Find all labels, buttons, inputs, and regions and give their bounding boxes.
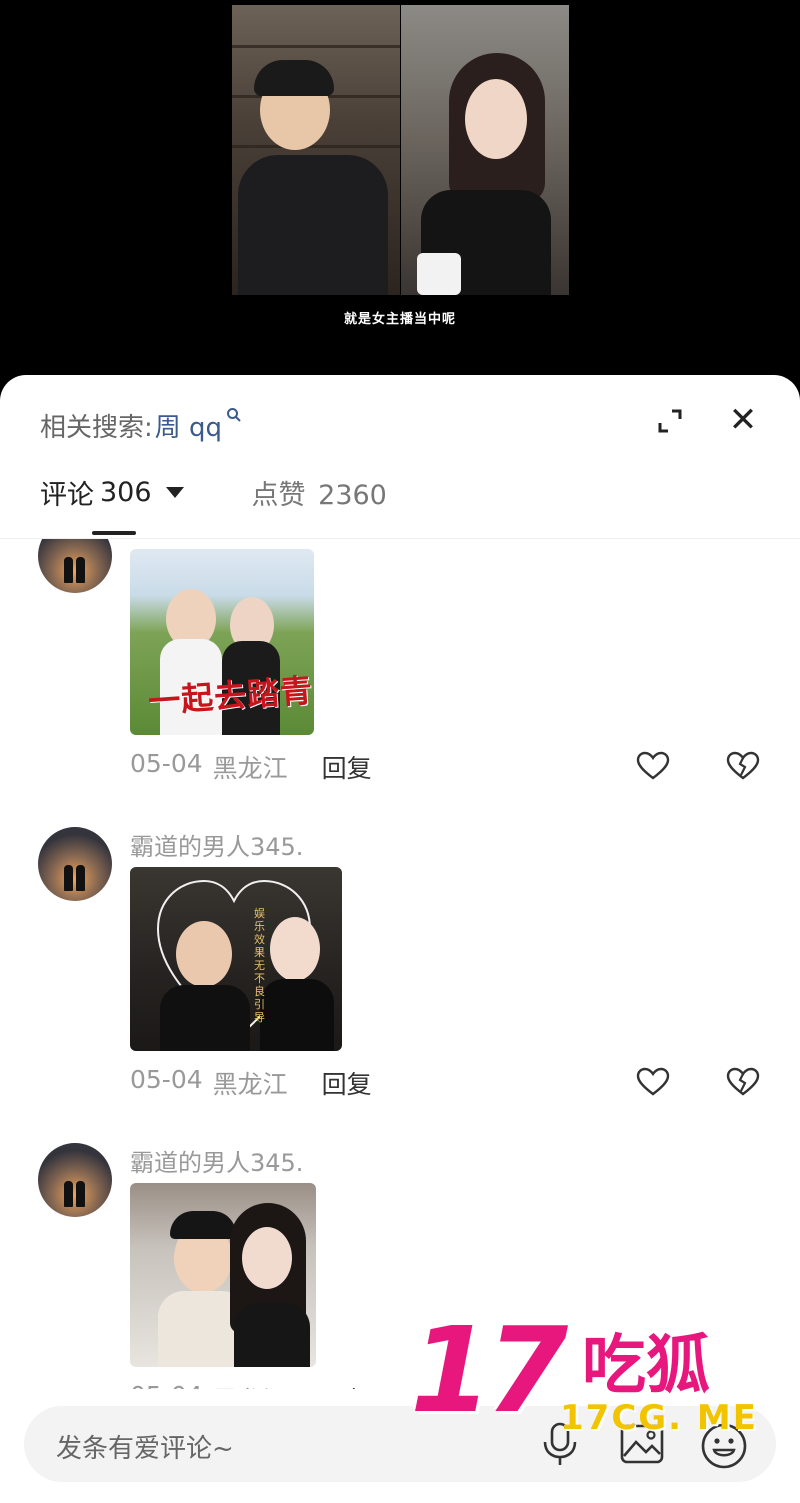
comment-image[interactable]: 一起去踏青 — [130, 549, 314, 735]
comment-date: 05-04 — [130, 749, 203, 778]
comment-input-bar[interactable]: 发条有爱评论~ — [24, 1406, 776, 1482]
comment-input[interactable]: 发条有爱评论~ — [56, 1428, 234, 1465]
comment-list[interactable]: 一起去踏青 05-04 黑龙江 回复 霸道的男人345. 娱乐效果 无不良引导 … — [0, 539, 800, 1389]
comment-location: 黑龙江 — [213, 1381, 288, 1389]
broken-heart-icon[interactable] — [726, 751, 760, 781]
comment-sheet: 相关搜索: 周 qq ✕ 评论 306 点赞 2360 一起去踏青 05-04 … — [0, 375, 800, 1503]
comment-location: 黑龙江 — [212, 754, 288, 783]
avatar[interactable] — [38, 539, 112, 593]
video-subtitle: 就是女主播当中呢 — [343, 312, 456, 327]
close-icon[interactable]: ✕ — [724, 401, 762, 439]
tab-comments-label: 评论 — [40, 480, 94, 511]
tab-likes-count: 2360 — [318, 480, 387, 511]
dropdown-arrow-icon[interactable] — [165, 487, 184, 498]
comment-image[interactable]: 娱乐效果 无不良引导 — [130, 867, 342, 1051]
heart-icon[interactable] — [636, 1067, 670, 1097]
heart-icon[interactable] — [636, 751, 670, 781]
related-search[interactable]: 相关搜索: 周 qq — [40, 405, 242, 445]
tab-comments[interactable]: 评论 306 — [40, 473, 184, 512]
related-search-label: 相关搜索: — [40, 412, 153, 443]
comment-meta: 05-04 黑龙江 回复 — [130, 1065, 372, 1101]
avatar[interactable] — [38, 827, 112, 901]
search-icon — [226, 407, 242, 428]
comment-username[interactable]: 霸道的男人345. — [130, 827, 303, 862]
image-icon[interactable] — [620, 1424, 664, 1464]
reply-button[interactable]: 回复 — [322, 1381, 372, 1389]
reply-button[interactable]: 回复 — [322, 749, 372, 785]
mic-icon[interactable] — [540, 1422, 580, 1468]
video-player[interactable]: 就是女主播当中呢 — [0, 0, 800, 380]
comment-date: 05-04 — [130, 1381, 203, 1389]
comment-meta: 05-04 黑龙江 回复 — [130, 749, 372, 785]
related-search-keyword[interactable]: 周 qq — [155, 407, 222, 444]
photo-caption: 娱乐效果 无不良引导 — [254, 907, 265, 1024]
expand-icon[interactable] — [652, 403, 688, 439]
comment-date: 05-04 — [130, 1065, 203, 1094]
comment-location: 黑龙江 — [212, 1070, 288, 1099]
video-frame-left — [232, 5, 400, 295]
comment-image[interactable] — [130, 1183, 316, 1367]
active-tab-indicator — [92, 531, 136, 535]
tab-comments-count: 306 — [100, 477, 152, 508]
video-frame-right — [401, 5, 569, 295]
tab-likes-label: 点赞 — [251, 480, 306, 511]
comment-meta: 05-04 黑龙江 回复 — [130, 1381, 372, 1389]
comment-tabs: 评论 306 点赞 2360 — [40, 473, 387, 512]
comment-username[interactable]: 霸道的男人345. — [130, 1143, 303, 1178]
emoji-icon[interactable] — [700, 1422, 748, 1470]
tab-likes[interactable]: 点赞 2360 — [252, 473, 387, 512]
avatar[interactable] — [38, 1143, 112, 1217]
reply-button[interactable]: 回复 — [322, 1065, 372, 1101]
broken-heart-icon[interactable] — [726, 1067, 760, 1097]
